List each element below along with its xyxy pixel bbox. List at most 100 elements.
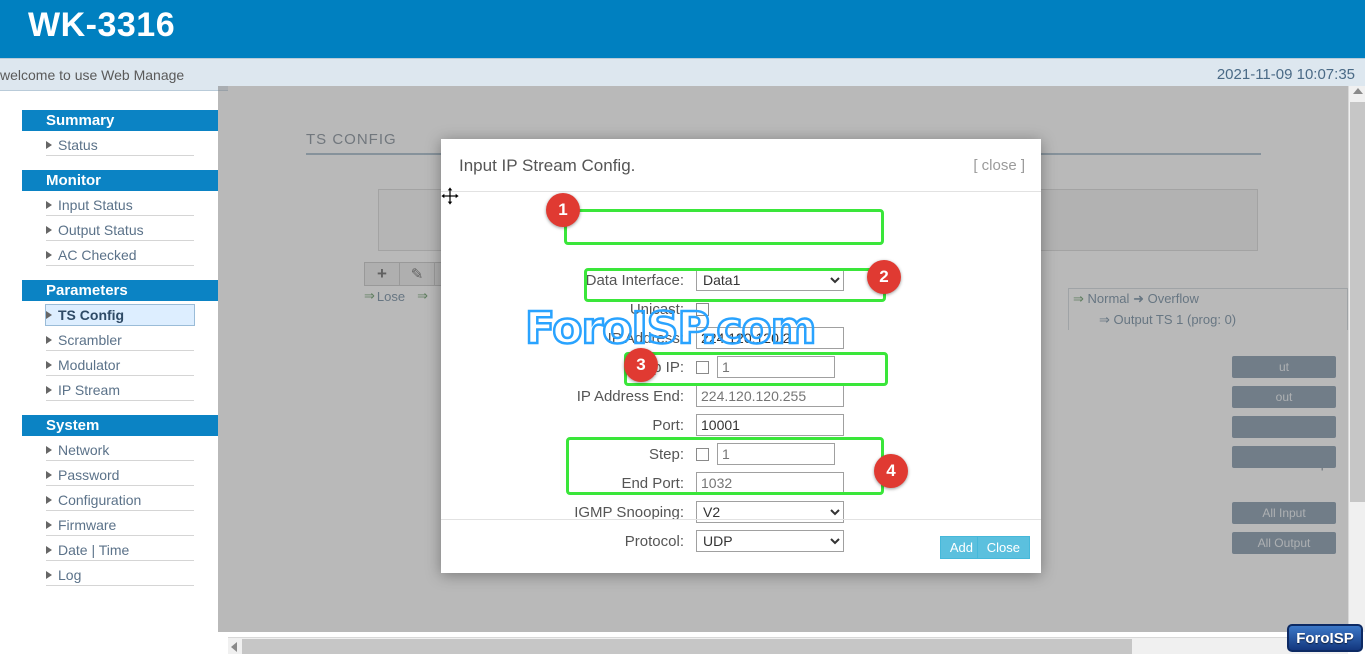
sidebar-group-system: Network Password Configuration Firmware … [22,439,218,586]
sidebar-item-date-time[interactable]: Date | Time [46,539,194,561]
all-input-button[interactable]: All Input [1232,502,1336,524]
legend-overflow-label: Overflow [1148,291,1199,306]
spacer [22,401,218,415]
vertical-scrollbar[interactable] [1348,86,1365,632]
scroll-left-arrow-icon[interactable] [231,642,237,652]
sidebar-item-label: Status [58,137,98,153]
step-ip-row: Step IP: [441,355,1041,379]
vertical-scroll-thumb[interactable] [1350,102,1365,502]
plus-icon: + [377,264,387,284]
sidebar-item-password[interactable]: Password [46,464,194,486]
spacer [22,156,218,170]
scroll-up-arrow-icon[interactable] [1353,88,1363,94]
ip-address-label: IP Address: [441,330,696,347]
sidebar-section-monitor: Monitor [22,170,218,191]
step-input[interactable] [717,443,835,465]
data-interface-row: Data Interface: Data1 [441,268,1041,292]
callout-bubble-4: 4 [874,454,908,488]
dialog-footer: Add Close [441,519,1041,573]
sidebar-item-label: Date | Time [58,542,129,558]
ip-address-end-label: IP Address End: [441,388,696,405]
sidebar-item-scrambler[interactable]: Scrambler [46,329,194,351]
output-ts-label: Output TS 1 (prog: 0) [1114,312,1237,327]
sidebar-item-label: TS Config [58,307,124,323]
step-checkbox[interactable] [696,448,709,461]
right-button-3[interactable] [1232,416,1336,438]
app-root: WK-3316 welcome to use Web Manage 2021-1… [0,0,1365,654]
content-left-edge-dim [218,86,228,632]
sidebar-item-firmware[interactable]: Firmware [46,514,194,536]
end-port-row: End Port: [441,471,1041,495]
step-row: Step: [441,442,1041,466]
input-ip-stream-config-dialog: Input IP Stream Config. [ close ] Data I… [441,139,1041,573]
sidebar-item-status[interactable]: Status [46,134,194,156]
end-port-input[interactable] [696,472,844,494]
sidebar-item-network[interactable]: Network [46,439,194,461]
sidebar-section-parameters: Parameters [22,280,218,301]
end-port-label: End Port: [441,475,696,492]
triangle-right-icon [46,446,52,454]
port-label: Port: [441,417,696,434]
sidebar-item-label: AC Checked [58,247,137,263]
ip-address-end-input[interactable] [696,385,844,407]
triangle-right-icon [46,336,52,344]
add-button[interactable]: Add [940,536,982,559]
horizontal-scrollbar[interactable] [228,637,1348,654]
stream-status-legend-right: ⇒ Normal ➜ Overflow ⇒ Output TS 1 (prog:… [1068,288,1348,330]
step-ip-input[interactable] [717,356,835,378]
sidebar-item-ac-checked[interactable]: AC Checked [46,244,194,266]
output-ts-tree-item[interactable]: ⇒ Output TS 1 (prog: 0) [1073,312,1343,328]
sidebar-item-label: Input Status [58,197,133,213]
ip-address-input[interactable] [696,327,844,349]
igmp-snooping-label: IGMP Snooping: [441,504,696,521]
sidebar-group-parameters: TS Config Scrambler Modulator IP Stream [22,304,218,401]
dialog-title: Input IP Stream Config. [459,156,635,176]
sidebar-item-configuration[interactable]: Configuration [46,489,194,511]
sidebar-item-label: Password [58,467,119,483]
stream-status-legend-left: ⇒ Lose ⇒ [364,288,430,304]
dialog-close-link[interactable]: [ close ] [973,157,1025,174]
dialog-body: Data Interface: Data1 Unicast: IP Addres… [441,192,1041,518]
sidebar-item-label: Firmware [58,517,116,533]
right-button-4[interactable] [1232,446,1336,468]
sidebar-item-modulator[interactable]: Modulator [46,354,194,376]
all-output-button[interactable]: All Output [1232,532,1336,554]
sidebar-item-label: Scrambler [58,332,122,348]
horizontal-scroll-thumb[interactable] [242,639,1132,654]
foroisp-badge: ForoISP [1287,624,1363,652]
sidebar-item-label: Configuration [58,492,141,508]
unicast-row: Unicast: [441,297,1041,321]
ip-address-row: IP Address: [441,326,1041,350]
arrow-right-icon: ⇒ [1073,291,1084,306]
arrow-right-icon: ⇒ [417,288,428,304]
close-button[interactable]: Close [977,536,1030,559]
port-input[interactable] [696,414,844,436]
right-button-1[interactable]: ut [1232,356,1336,378]
sidebar-group-summary: Status [22,134,218,156]
page-title: TS CONFIG [306,131,397,148]
sidebar-item-input-status[interactable]: Input Status [46,194,194,216]
triangle-right-icon [46,496,52,504]
sidebar-item-label: Output Status [58,222,144,238]
add-row-button[interactable]: + [364,262,400,286]
step-ip-checkbox[interactable] [696,361,709,374]
sidebar-item-ip-stream[interactable]: IP Stream [46,379,194,401]
data-interface-select[interactable]: Data1 [696,269,844,291]
triangle-right-icon [46,546,52,554]
sidebar-group-monitor: Input Status Output Status AC Checked [22,194,218,266]
sidebar-item-ts-config[interactable]: TS Config [45,304,195,326]
ip-address-end-row: IP Address End: [441,384,1041,408]
sidebar-item-output-status[interactable]: Output Status [46,219,194,241]
callout-bubble-3: 3 [624,348,658,382]
product-brand-title: WK-3316 [28,6,175,45]
triangle-right-icon [46,141,52,149]
sidebar-section-system: System [22,415,218,436]
edit-row-button[interactable]: ✎ [399,262,435,286]
unicast-checkbox[interactable] [696,303,709,316]
sidebar-item-log[interactable]: Log [46,564,194,586]
step-controls [696,443,835,465]
triangle-right-icon [46,571,52,579]
right-button-2[interactable]: out [1232,386,1336,408]
triangle-right-icon [46,226,52,234]
triangle-right-icon [46,386,52,394]
